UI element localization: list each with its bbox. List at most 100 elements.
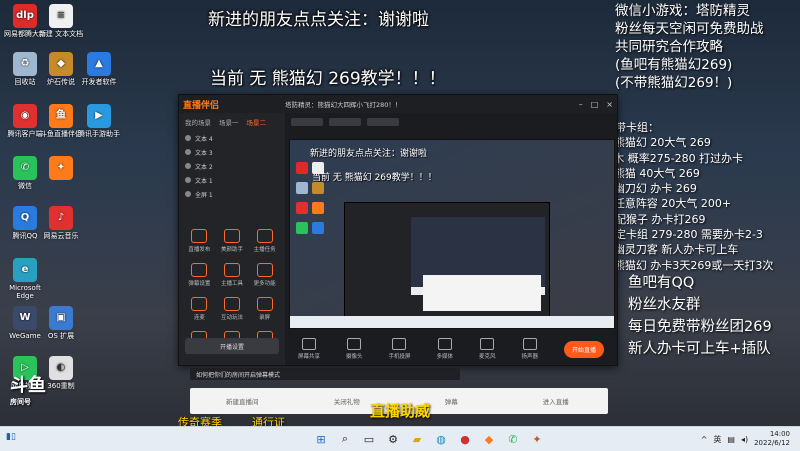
source-item[interactable]: 全屏 1 [179,187,285,201]
game-helper-icon: ▶ [87,104,111,128]
eye-icon[interactable] [185,177,191,183]
eye-icon[interactable] [185,135,191,141]
phone-icon [392,338,407,350]
start-icon[interactable]: ⊞ [312,430,330,448]
preview-pill[interactable] [291,118,323,126]
chat-bar-item-new-room[interactable]: 新建直播间 [190,396,295,406]
qq-line: 鱼吧有QQ [628,275,695,291]
eye-icon[interactable] [185,191,191,197]
maximize-icon[interactable]: □ [591,100,599,109]
source-item[interactable]: 文本 3 [179,145,285,159]
record-icon [256,297,273,311]
nested-desktop-taskbar [290,316,614,328]
desktop-icon-textdoc[interactable]: ≡ 新建 文本文档 [38,4,84,38]
minimize-icon[interactable]: – [579,100,583,109]
volume-icon[interactable]: ◂) [741,435,748,444]
tab-scene-1[interactable]: 场景一 [219,117,239,127]
chat-bar-item-enter[interactable]: 进入直播 [504,396,609,406]
close-icon[interactable]: × [606,100,613,109]
preview-pill[interactable] [367,118,399,126]
game-icon[interactable]: ✦ [528,430,546,448]
language-indicator[interactable]: 英 [713,434,721,445]
netease-music-icon[interactable]: ● [456,430,474,448]
nested-preview: 新进的朋友点点关注：谢谢啦 当前 无 熊猫幻 269教学！！！ [289,139,615,329]
clock[interactable]: 14:00 2022/6/12 [754,430,790,448]
nested-window [344,202,550,320]
tool-mic-link[interactable]: 连麦 [183,297,216,321]
tool-danmaku-settings[interactable]: 弹幕设置 [183,263,216,287]
desktop-icon-devsoft[interactable]: ▲ 开发者软件 [76,52,122,86]
preview-pill[interactable] [329,118,361,126]
douyu-icon: 鱼 [49,104,73,128]
beauty-icon [223,229,240,243]
tool-tasks[interactable]: 主播任务 [248,229,281,253]
douyu-watermark: 斗鱼 房间号 [10,375,46,407]
stream-settings-button[interactable]: 开播设置 [185,338,279,354]
desktop-icon-tencent-helper[interactable]: ▶ 腾讯手游助手 [76,104,122,138]
tool-more[interactable]: 更多功能 [248,263,281,287]
source-item[interactable]: 文本 4 [179,131,285,145]
mini-icon [296,162,308,174]
window-titlebar: 直播伴侣 塔防精灵：熊猫幻大四辉小飞打280！！ – □ × [179,95,617,113]
file-explorer-icon[interactable]: ▰ [408,430,426,448]
mic-link-icon [191,297,208,311]
edge-icon[interactable]: ◍ [432,430,450,448]
tab-my-scene[interactable]: 我的场景 [185,117,211,127]
control-bar: 屏幕共享 摄像头 手机投屏 多媒体 麦克风 扬声器 开始直播 [285,333,617,365]
speaker-icon [522,338,537,350]
tools-icon [223,263,240,277]
camera-icon [347,338,362,350]
mini-icon [312,182,324,194]
microphone-icon [480,338,495,350]
live-companion-window: 直播伴侣 塔防精灵：熊猫幻大四辉小飞打280！！ – □ × 我的场景 场景一 … [178,94,618,366]
tool-interactive[interactable]: 互动玩法 [216,297,249,321]
right-panel-line: 共同研究合作攻略 [615,39,723,55]
tool-live-publish[interactable]: 直播发布 [183,229,216,253]
qq-line: 粉丝水友群 [628,297,701,313]
camera-button[interactable]: 摄像头 [346,338,363,360]
tab-scene-2[interactable]: 场景二 [247,117,267,127]
media-button[interactable]: 多媒体 [436,338,453,360]
tool-beauty[interactable]: 美颜助手 [216,229,249,253]
nested-title: 新进的朋友点点关注：谢谢啦 [310,149,428,159]
phone-cast-button[interactable]: 手机投屏 [388,338,411,360]
search-icon[interactable]: ⌕ [336,430,354,448]
widgets-icon[interactable]: ▮▯ [6,432,16,442]
wegame-icon: W [13,306,37,330]
desktop-icon-edge[interactable]: e Microsoft Edge [2,258,48,300]
speaker-button[interactable]: 扬声器 [521,338,538,360]
tool-grid: 直播发布 美颜助手 主播任务 弹幕设置 主播工具 更多功能 连麦 互动玩法 录屏… [183,229,281,355]
guide-line: ⑤幽灵刀客 新人办卡可上车 [604,243,739,257]
desktop-icon-music[interactable]: ♪ 网易云音乐 [38,206,84,240]
wechat-icon[interactable]: ✆ [504,430,522,448]
microphone-button[interactable]: 麦克风 [479,338,496,360]
mini-icon [296,222,308,234]
desktop-icon-app[interactable]: ✦ [38,156,84,182]
wechat-icon: ✆ [13,156,37,180]
task-view-icon[interactable]: ▭ [360,430,378,448]
music-icon: ♪ [49,206,73,230]
app-icon: ✦ [49,156,73,180]
mini-icon [312,222,324,234]
notice-bar[interactable]: 如何把你们的房间开启弹幕模式 [190,368,460,380]
chevron-up-icon[interactable]: ^ [701,435,708,444]
media-icon [437,338,452,350]
tool-anchor-tools[interactable]: 主播工具 [216,263,249,287]
source-item[interactable]: 文本 1 [179,173,285,187]
screen-share-button[interactable]: 屏幕共享 [298,338,320,360]
settings-icon[interactable]: ⚙ [384,430,402,448]
document-icon: ≡ [49,4,73,28]
app-logo: 直播伴侣 [183,100,220,111]
right-panel-line: 粉丝每天空闲可免费助战 [615,21,764,37]
eye-icon[interactable] [185,163,191,169]
desktop-icon-os[interactable]: ▣ OS 扩展 [38,306,84,340]
douyu-icon[interactable]: ◆ [480,430,498,448]
network-icon[interactable]: ▤ [727,435,735,444]
start-live-button[interactable]: 开始直播 [563,340,604,358]
preview-area: 新进的朋友点点关注：谢谢啦 当前 无 熊猫幻 269教学！！！ 屏幕共享 摄像头… [285,113,617,365]
clock-date: 2022/6/12 [754,439,790,447]
eye-icon[interactable] [185,149,191,155]
tool-record[interactable]: 录屏 [248,297,281,321]
dlp-icon: dlp [13,4,37,28]
source-item[interactable]: 文本 2 [179,159,285,173]
